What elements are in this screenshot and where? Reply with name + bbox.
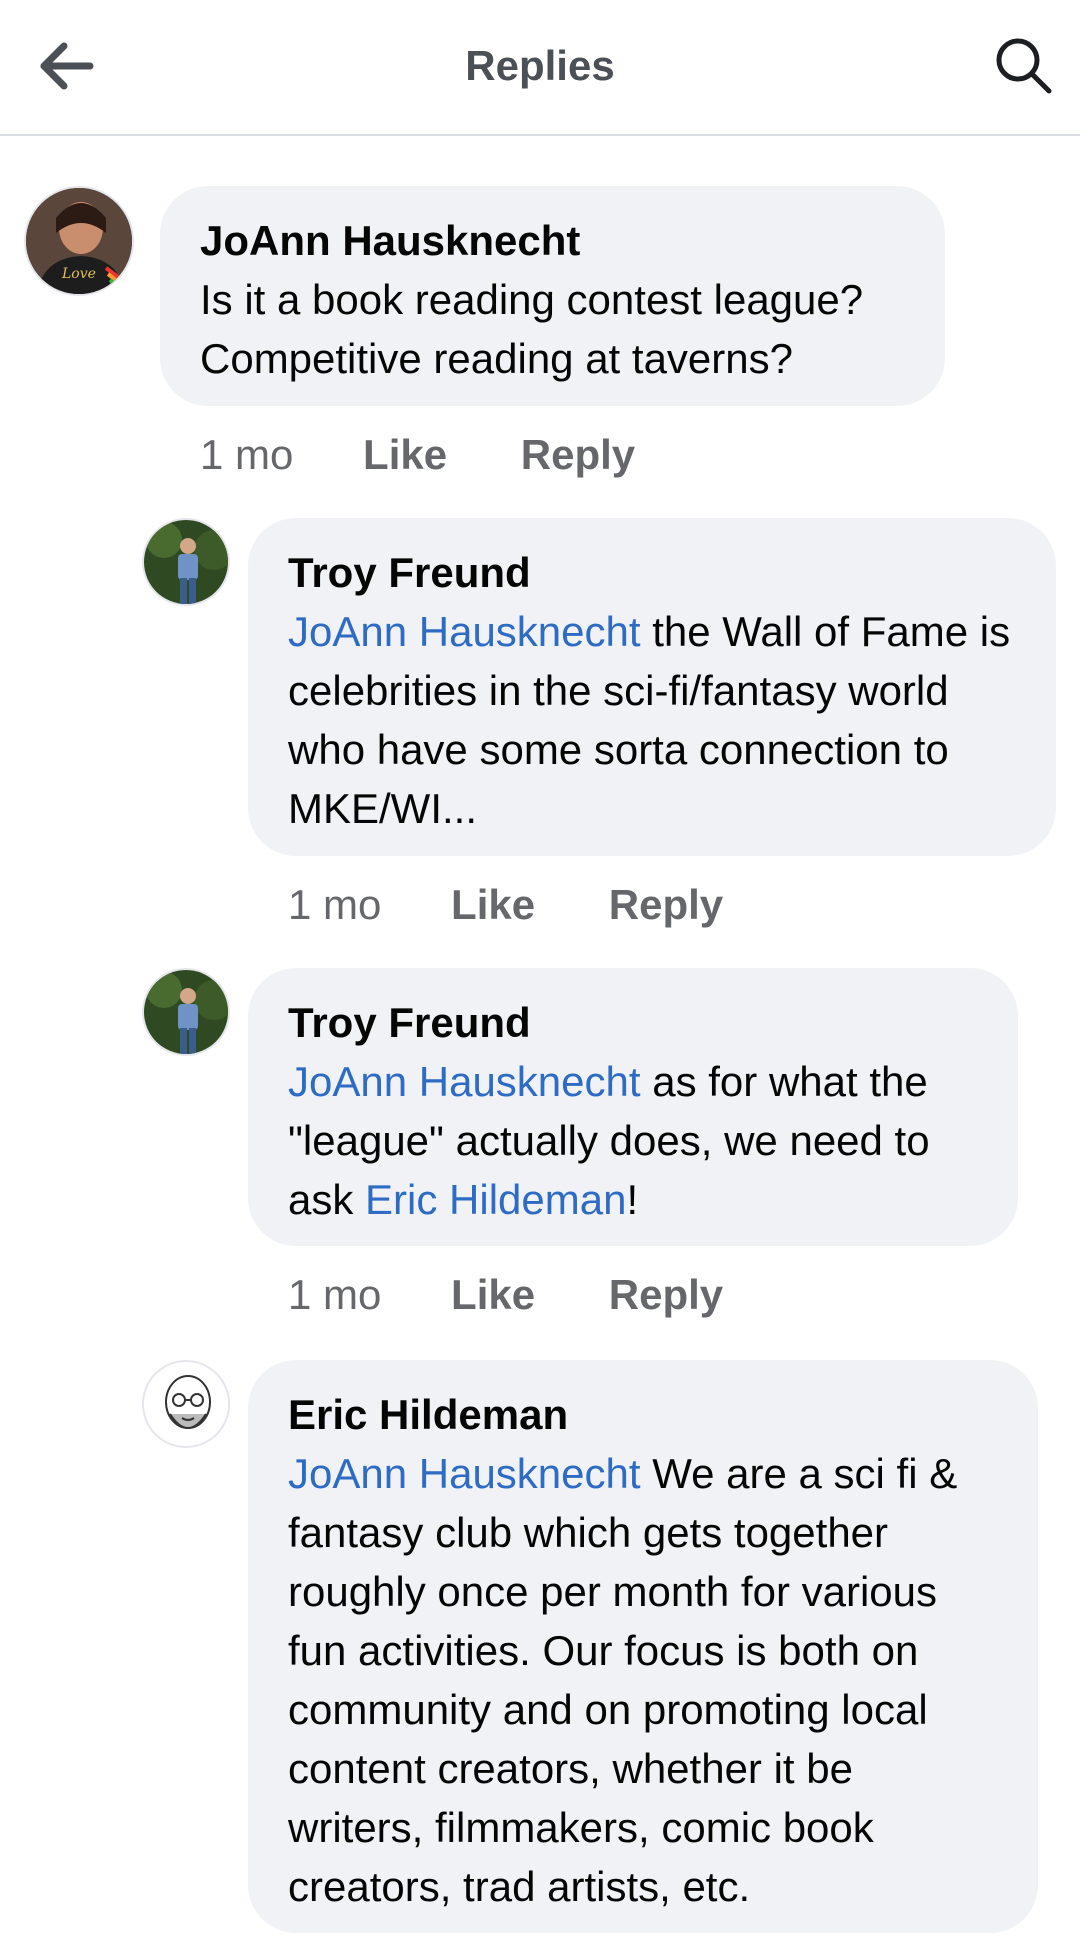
avatar-troy[interactable]: [142, 518, 230, 606]
comment-actions: 1 mo Like Reply: [288, 1270, 723, 1320]
comment-bubble: Troy Freund JoAnn Hausknecht the Wall of…: [248, 518, 1056, 856]
comment-body-end: !: [626, 1176, 639, 1223]
comment-actions: 1 mo Like Reply: [288, 880, 723, 930]
mention-link[interactable]: JoAnn Hausknecht: [288, 1450, 641, 1497]
mention-link[interactable]: Eric Hildeman: [365, 1176, 626, 1223]
like-button[interactable]: Like: [363, 430, 447, 480]
comment-body: We are a sci fi & fantasy club which get…: [288, 1450, 958, 1910]
search-icon[interactable]: [994, 36, 1054, 96]
top-bar: Replies: [0, 0, 1080, 136]
comment-bubble: Troy Freund JoAnn Hausknecht as for what…: [248, 968, 1018, 1246]
like-button[interactable]: Like: [451, 1270, 535, 1320]
page-title: Replies: [465, 42, 615, 89]
svg-text:Love: Love: [61, 266, 96, 282]
avatar-eric[interactable]: [142, 1360, 230, 1448]
comment-author[interactable]: Eric Hildeman: [288, 1386, 998, 1444]
like-button[interactable]: Like: [451, 880, 535, 930]
comment-time: 1 mo: [288, 1271, 382, 1318]
avatar-joann[interactable]: Love: [24, 186, 134, 296]
comment-text: Is it a book reading contest league? Com…: [200, 276, 864, 382]
mention-link[interactable]: JoAnn Hausknecht: [288, 608, 641, 655]
mention-link[interactable]: JoAnn Hausknecht: [288, 1058, 641, 1105]
comment-time: 1 mo: [200, 431, 294, 478]
comment-time: 1 mo: [288, 881, 382, 928]
avatar-troy[interactable]: [142, 968, 230, 1056]
comment-bubble: Eric Hildeman JoAnn Hausknecht We are a …: [248, 1360, 1038, 1933]
comment-author[interactable]: Troy Freund: [288, 994, 978, 1052]
comment-text: JoAnn Hausknecht the Wall of Fame is cel…: [288, 602, 1016, 838]
reply-button[interactable]: Reply: [521, 430, 635, 480]
comment-bubble: JoAnn Hausknecht Is it a book reading co…: [160, 186, 945, 406]
comment-author[interactable]: JoAnn Hausknecht: [200, 212, 905, 270]
comment-text: JoAnn Hausknecht We are a sci fi & fanta…: [288, 1444, 998, 1916]
reply-button[interactable]: Reply: [609, 1270, 723, 1320]
reply-button[interactable]: Reply: [609, 880, 723, 930]
comment-author[interactable]: Troy Freund: [288, 544, 1016, 602]
comment-actions: 1 mo Like Reply: [200, 430, 635, 480]
comment-text: JoAnn Hausknecht as for what the "league…: [288, 1052, 978, 1229]
